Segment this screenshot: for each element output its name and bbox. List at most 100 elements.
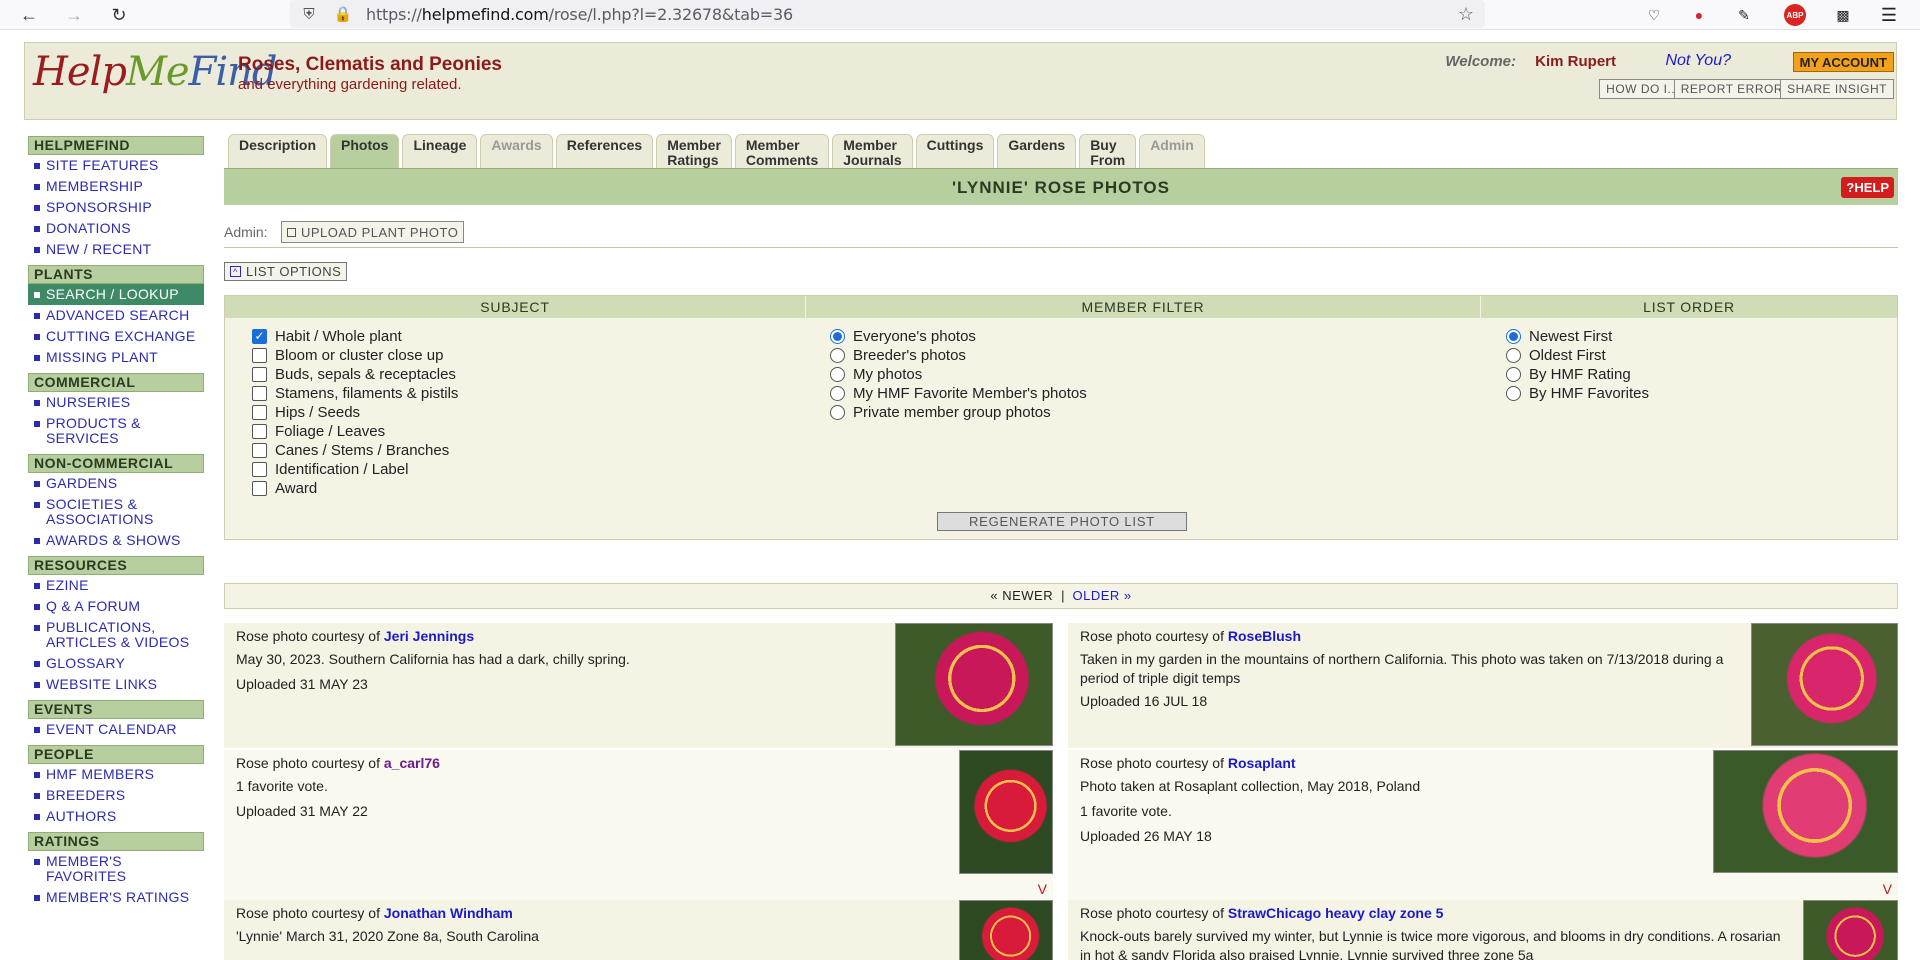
sidebar-item[interactable]: ADVANCED SEARCH <box>28 305 204 326</box>
tab-item[interactable]: Photos <box>330 134 400 168</box>
member-filter-option[interactable]: Breeder's photos <box>830 346 966 364</box>
sidebar-item[interactable]: SITE FEATURES <box>28 155 204 176</box>
author-link[interactable]: Rosaplant <box>1228 755 1296 771</box>
tab-item[interactable]: Member Journals <box>832 134 913 168</box>
sidebar-item[interactable]: GARDENS <box>28 473 204 494</box>
sidebar-item[interactable]: AUTHORS <box>28 806 204 827</box>
tab-item[interactable]: References <box>555 134 654 168</box>
pocket-icon[interactable]: ♡ <box>1641 2 1667 28</box>
sidebar-item[interactable]: SEARCH / LOOKUP <box>28 284 204 305</box>
sidebar-item[interactable]: MISSING PLANT <box>28 347 204 368</box>
sidebar-item[interactable]: DONATIONS <box>28 218 204 239</box>
checkbox[interactable] <box>252 347 267 363</box>
sidebar-item[interactable]: MEMBERSHIP <box>28 176 204 197</box>
sidebar-item[interactable]: NEW / RECENT <box>28 239 204 260</box>
share-insight-button[interactable]: SHARE INSIGHT <box>1780 79 1894 99</box>
sidebar-item[interactable]: WEBSITE LINKS <box>28 674 204 695</box>
sidebar-item[interactable]: MEMBER'S RATINGS <box>28 887 204 908</box>
tab-item[interactable]: Member Comments <box>734 134 830 168</box>
subject-option[interactable]: Canes / Stems / Branches <box>252 441 449 459</box>
subject-option[interactable]: Hips / Seeds <box>252 403 360 421</box>
checkbox[interactable]: ✓ <box>252 328 267 344</box>
regenerate-photo-list-button[interactable]: REGENERATE PHOTO LIST <box>937 512 1187 531</box>
checkbox[interactable] <box>252 404 267 420</box>
subject-option[interactable]: Identification / Label <box>252 460 408 478</box>
reload-icon[interactable]: ↻ <box>106 2 132 28</box>
rose-photo-thumbnail[interactable] <box>1751 623 1898 746</box>
subject-option[interactable]: Buds, sepals & receptacles <box>252 365 456 383</box>
subject-option[interactable]: ✓ Habit / Whole plant <box>252 327 402 345</box>
not-you-link[interactable]: Not You? <box>1665 52 1731 70</box>
radio-button[interactable] <box>1506 385 1521 401</box>
forward-icon[interactable]: → <box>61 2 87 28</box>
subject-option[interactable]: Stamens, filaments & pistils <box>252 384 458 402</box>
tab-item[interactable]: Gardens <box>997 134 1077 168</box>
sidebar-item[interactable]: CUTTING EXCHANGE <box>28 326 204 347</box>
checkbox[interactable] <box>252 366 267 382</box>
expand-marker[interactable]: V <box>1038 881 1047 897</box>
sidebar-item[interactable]: MEMBER'S FAVORITES <box>28 851 204 887</box>
sidebar-item[interactable]: SPONSORSHIP <box>28 197 204 218</box>
back-icon[interactable]: ← <box>16 2 42 28</box>
author-link[interactable]: Jeri Jennings <box>384 628 474 644</box>
sidebar-item[interactable]: GLOSSARY <box>28 653 204 674</box>
report-error-button[interactable]: REPORT ERROR <box>1673 79 1790 99</box>
subject-option[interactable]: Bloom or cluster close up <box>252 346 443 364</box>
checkbox[interactable] <box>252 442 267 458</box>
bookmark-star-icon[interactable]: ☆ <box>1455 3 1477 25</box>
older-link[interactable]: OLDER » <box>1072 588 1131 603</box>
rose-photo-thumbnail[interactable] <box>1803 900 1898 960</box>
radio-button[interactable] <box>830 385 845 401</box>
rose-photo-thumbnail[interactable] <box>959 900 1053 960</box>
radio-button[interactable] <box>830 404 845 420</box>
checkbox[interactable] <box>252 480 267 496</box>
author-link[interactable]: StrawChicago heavy clay zone 5 <box>1228 905 1444 921</box>
member-filter-option[interactable]: My HMF Favorite Member's photos <box>830 384 1087 402</box>
sidebar-item[interactable]: HMF MEMBERS <box>28 764 204 785</box>
sidebar-item[interactable]: EZINE <box>28 575 204 596</box>
subject-option[interactable]: Foliage / Leaves <box>252 422 385 440</box>
extensions-puzzle-icon[interactable]: ▩ <box>1830 2 1856 28</box>
sidebar-item[interactable]: PUBLICATIONS, ARTICLES & VIDEOS <box>28 617 204 653</box>
menu-icon[interactable]: ☰ <box>1876 2 1902 28</box>
list-order-option[interactable]: By HMF Favorites <box>1506 384 1649 402</box>
my-account-button[interactable]: MY ACCOUNT <box>1792 52 1894 72</box>
sidebar-item[interactable]: Q & A FORUM <box>28 596 204 617</box>
radio-button[interactable] <box>1506 328 1521 344</box>
author-link[interactable]: Jonathan Windham <box>384 905 513 921</box>
tab-item[interactable]: Cuttings <box>915 134 995 168</box>
rose-photo-thumbnail[interactable] <box>895 623 1053 746</box>
list-order-option[interactable]: Newest First <box>1506 327 1612 345</box>
sidebar-item[interactable]: AWARDS & SHOWS <box>28 530 204 551</box>
tab-item[interactable]: Lineage <box>402 134 478 168</box>
radio-button[interactable] <box>1506 347 1521 363</box>
grammar-extension-icon[interactable]: ● <box>1686 2 1712 28</box>
lock-icon[interactable]: 🔒 <box>332 3 354 25</box>
radio-button[interactable] <box>830 347 845 363</box>
tab-item[interactable]: Buy From <box>1079 134 1137 168</box>
sidebar-item[interactable]: SOCIETIES & ASSOCIATIONS <box>28 494 204 530</box>
author-link[interactable]: RoseBlush <box>1228 628 1301 644</box>
expand-marker[interactable]: V <box>1883 881 1892 897</box>
sidebar-item[interactable]: NURSERIES <box>28 392 204 413</box>
adblock-icon[interactable]: ABP <box>1784 4 1806 26</box>
subject-option[interactable]: Award <box>252 479 317 497</box>
tab-item[interactable]: Member Ratings <box>656 134 732 168</box>
member-filter-option[interactable]: Private member group photos <box>830 403 1051 421</box>
member-filter-option[interactable]: My photos <box>830 365 922 383</box>
list-order-option[interactable]: By HMF Rating <box>1506 365 1631 383</box>
address-bar[interactable]: ⛨ 🔒 https://helpmefind.com/rose/l.php?l=… <box>290 0 1485 28</box>
checkbox[interactable] <box>252 385 267 401</box>
author-link[interactable]: a_carl76 <box>384 755 440 771</box>
checkbox[interactable] <box>252 423 267 439</box>
upload-plant-photo-button[interactable]: UPLOAD PLANT PHOTO <box>281 221 465 243</box>
tab-item[interactable]: Description <box>228 134 328 168</box>
list-order-option[interactable]: Oldest First <box>1506 346 1606 364</box>
member-filter-option[interactable]: Everyone's photos <box>830 327 976 345</box>
radio-button[interactable] <box>1506 366 1521 382</box>
shield-icon[interactable]: ⛨ <box>298 3 320 25</box>
checkbox[interactable] <box>252 461 267 477</box>
newer-link[interactable]: « NEWER <box>990 588 1053 603</box>
extension-pen-icon[interactable]: ✎ <box>1731 2 1757 28</box>
sidebar-item[interactable]: PRODUCTS & SERVICES <box>28 413 204 449</box>
